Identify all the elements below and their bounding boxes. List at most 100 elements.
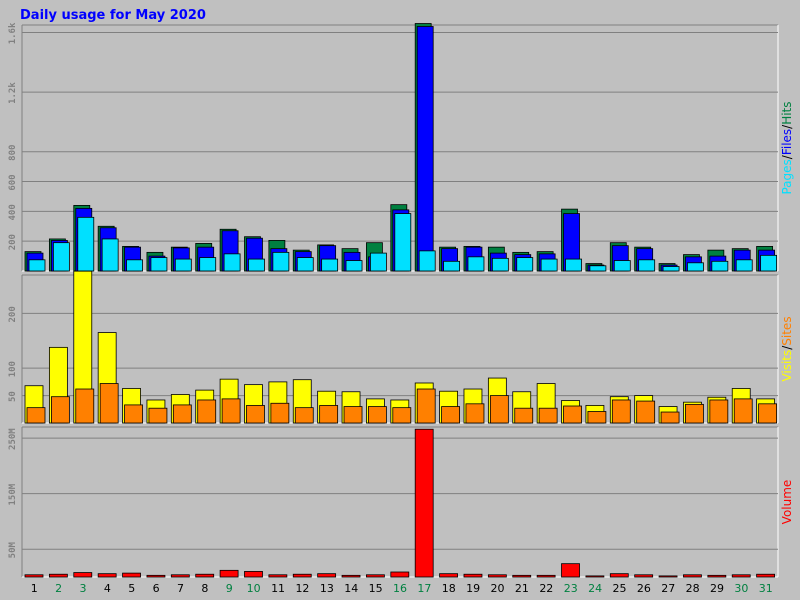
x-tick-label: 31	[759, 582, 773, 595]
bar-sites	[514, 407, 534, 424]
x-tick-label: 30	[734, 582, 748, 595]
bar-pages	[370, 252, 387, 272]
bar-pages	[150, 257, 168, 272]
y-tick-label: 50M	[8, 542, 18, 559]
legend-entry: Visits	[780, 350, 794, 382]
bar-pages	[565, 258, 582, 272]
bar-volume	[439, 573, 458, 578]
bar-pages	[52, 242, 70, 272]
x-tick-label: 18	[442, 582, 456, 595]
bar-pages	[296, 257, 314, 272]
bar-pages	[101, 238, 119, 272]
bar-sites	[172, 404, 192, 424]
bar-sites	[148, 407, 168, 424]
y-tick-label: 150M	[8, 483, 18, 505]
bar-pages	[345, 260, 363, 272]
bar-volume	[756, 573, 776, 578]
legend-visits-sites: Visits/Sites	[780, 316, 794, 381]
usage-chart: Daily usage for May 2020 200 400 600 800 1.2…	[0, 0, 800, 600]
chart-title: Daily usage for May 2020	[20, 8, 206, 23]
bar-sites	[758, 403, 778, 424]
bar-volume	[731, 574, 751, 578]
bar-sites	[50, 396, 70, 424]
bar-pages	[687, 262, 704, 272]
y-tick-label: 250M	[8, 428, 18, 450]
bar-sites	[587, 411, 607, 424]
bar-pages	[638, 259, 656, 272]
bar-sites	[563, 405, 582, 424]
bar-pages	[491, 257, 509, 272]
x-tick-label: 15	[369, 582, 383, 595]
bar-sites	[221, 398, 241, 424]
legend-entry: Pages	[780, 159, 794, 194]
bar-sites	[99, 383, 119, 424]
bar-volume	[512, 574, 532, 578]
x-tick-label: 17	[417, 582, 431, 595]
bar-sites	[611, 399, 631, 424]
bar-volume	[97, 573, 117, 578]
bar-volume	[24, 574, 44, 578]
x-tick-label: 9	[226, 582, 233, 595]
bar-pages	[272, 251, 290, 272]
bar-sites	[343, 406, 363, 424]
bar-volume	[683, 574, 702, 578]
bar-sites	[319, 405, 339, 424]
bar-pages	[443, 260, 460, 272]
bar-pages	[174, 258, 192, 272]
y-tick-label: 600	[8, 174, 18, 190]
legend-entry: Volume	[780, 480, 794, 525]
usage-chart-svg: Daily usage for May 2020 200 400 600 800 1.2…	[0, 0, 800, 600]
bar-pages	[394, 213, 412, 272]
y-tick-label: 100	[8, 361, 18, 377]
bar-pages	[28, 259, 46, 272]
bar-volume	[292, 573, 312, 578]
x-tick-label: 6	[153, 582, 160, 595]
x-tick-label: 28	[686, 582, 700, 595]
bar-volume	[122, 572, 141, 578]
legend-volume: Volume	[780, 480, 794, 525]
x-tick-label: 7	[177, 582, 184, 595]
bar-sites	[660, 411, 680, 424]
bar-sites	[294, 407, 314, 424]
legend-hits-files-pages: Pages/Files/Hits	[780, 101, 794, 194]
bar-volume	[244, 571, 263, 578]
bar-pages	[321, 258, 339, 272]
x-tick-label: 11	[271, 582, 285, 595]
bar-sites	[368, 406, 387, 424]
x-tick-label: 3	[79, 582, 86, 595]
bar-volume	[146, 574, 166, 578]
bar-volume	[585, 575, 605, 578]
bar-volume	[268, 574, 288, 578]
bar-pages	[223, 253, 241, 272]
bar-volume	[536, 574, 556, 578]
x-tick-label: 1	[31, 582, 38, 595]
bar-volume	[707, 574, 727, 578]
bar-volume	[390, 571, 410, 578]
y-tick-label: 400	[8, 204, 18, 220]
bar-volume	[463, 573, 483, 578]
bar-sites	[246, 405, 265, 424]
bar-volume	[195, 573, 215, 578]
bar-pages	[467, 256, 485, 272]
bar-volume	[219, 569, 239, 578]
bar-sites	[26, 407, 46, 424]
bar-volume	[73, 572, 93, 578]
bar-volume	[634, 574, 654, 578]
bar-files	[416, 26, 434, 272]
bar-sites	[416, 388, 436, 424]
bar-sites	[197, 399, 217, 424]
legend-entry: Sites	[780, 316, 794, 345]
bar-sites	[124, 404, 143, 424]
bar-sites	[685, 403, 704, 424]
bar-sites	[538, 407, 558, 424]
bar-volume	[414, 428, 434, 578]
bar-pages	[516, 257, 534, 272]
bar-pages	[735, 259, 753, 272]
x-tick-label: 20	[491, 582, 505, 595]
bar-pages	[199, 257, 217, 272]
x-tick-label: 5	[128, 582, 135, 595]
x-tick-label: 16	[393, 582, 407, 595]
bar-sites	[733, 398, 753, 424]
y-tick-label: 200	[8, 234, 18, 250]
bar-pages	[540, 258, 558, 272]
